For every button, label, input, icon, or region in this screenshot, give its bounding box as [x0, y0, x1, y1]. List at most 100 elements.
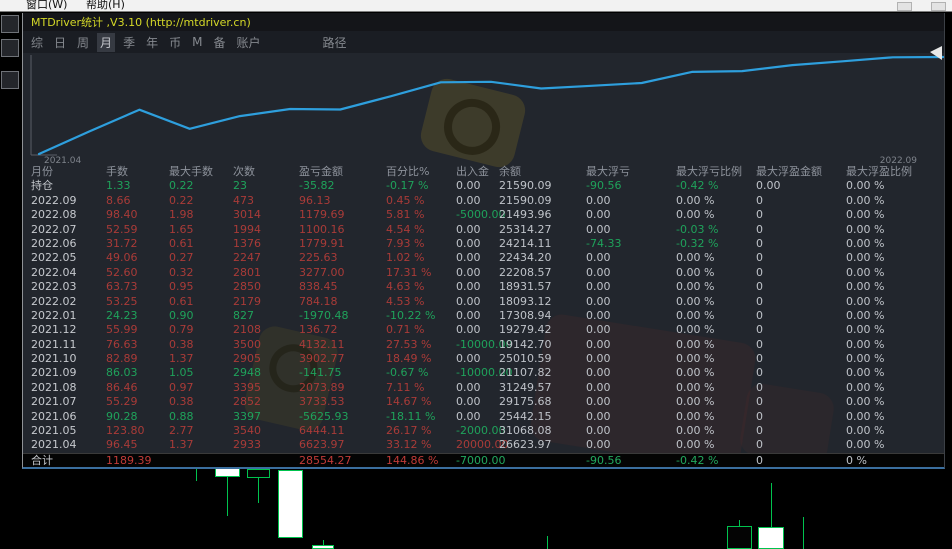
cell: 0.00 %	[846, 251, 885, 265]
tab-M[interactable]: M	[189, 34, 205, 50]
table-row[interactable]: 2021.08 86.46 0.97 3395 2073.89 7.11 % 0.00 312…	[23, 381, 944, 395]
table-row[interactable]: 2022.05 49.06 0.27 2247 225.63 1.02 % 0.00 2243…	[23, 251, 944, 265]
cell: 次数	[233, 165, 255, 178]
cell: 余额	[499, 165, 521, 178]
cell: 17.31 %	[386, 265, 432, 279]
tab-币[interactable]: 币	[166, 33, 184, 52]
close-button[interactable]	[931, 2, 946, 11]
mtdriver-stats-window: MTDriver统计 ,V3.10 (http://mtdriver.cn) 综…	[22, 13, 945, 469]
cell: 1779.91	[299, 236, 345, 250]
tab-周[interactable]: 周	[74, 33, 92, 52]
cell: 1179.69	[299, 208, 345, 222]
row-label: 2022.05	[31, 251, 77, 265]
cell: 53.25	[106, 294, 138, 308]
cell: 55.29	[106, 395, 138, 409]
table-row[interactable]: 2022.07 52.59 1.65 1994 1100.16 4.54 % 0.00 253…	[23, 223, 944, 237]
cell: -1970.48	[299, 308, 349, 322]
cell: 0.00	[456, 395, 481, 409]
cell: 0.00	[456, 380, 481, 394]
table-row[interactable]: 2021.12 55.99 0.79 2108 136.72 0.71 % 0.00 1927…	[23, 323, 944, 337]
table-row[interactable]: 2021.04 96.45 1.37 2933 6623.97 33.12 % 20000.…	[23, 438, 944, 452]
cell: 0	[756, 265, 763, 279]
tab-月[interactable]: 月	[97, 32, 116, 52]
row-label: 2021.07	[31, 395, 77, 409]
cell: 最大浮亏比例	[676, 165, 742, 178]
cell: 2179	[233, 294, 261, 308]
cell: -90.56	[586, 453, 622, 467]
cell: 76.63	[106, 337, 138, 351]
toolbar-icon[interactable]	[1, 71, 19, 89]
menu-item-window[interactable]: 窗口(W)	[26, 0, 67, 11]
cell: 0.00 %	[846, 380, 885, 394]
cell: 31068.08	[499, 424, 552, 438]
cell: 0.00	[586, 424, 611, 438]
table-row[interactable]: 持仓 1.33 0.22 23 -35.82 -0.17 % 0.00 21590.09 -90…	[23, 179, 944, 193]
tab-日[interactable]: 日	[51, 33, 69, 52]
cell: 手数	[106, 165, 128, 178]
table-row[interactable]: 2022.09 8.66 0.22 473 96.13 0.45 % 0.00 21590.0…	[23, 194, 944, 208]
candlestick-body	[278, 470, 303, 538]
table-row[interactable]: 2022.03 63.73 0.95 2850 838.45 4.63 % 0.00 1893…	[23, 280, 944, 294]
candlestick-body	[312, 545, 334, 549]
cell: 1.05	[169, 366, 194, 380]
cell: 82.89	[106, 352, 138, 366]
table-row[interactable]: 2021.09 86.03 1.05 2948 -141.75 -0.67 % -10000…	[23, 366, 944, 380]
table-row[interactable]: 2021.07 55.29 0.38 2852 3733.53 14.67 % 0.00 29…	[23, 395, 944, 409]
tab-账户[interactable]: 账户	[233, 33, 263, 52]
cell: 98.40	[106, 208, 138, 222]
table-row[interactable]: 2021.06 90.28 0.88 3397 -5625.93 -18.11 % 0.00…	[23, 410, 944, 424]
tab-年[interactable]: 年	[143, 33, 161, 52]
row-label: 2022.09	[31, 193, 77, 207]
cell: 0.00 %	[846, 337, 885, 351]
cell: 18.49 %	[386, 352, 432, 366]
period-tabbar: 综日周月季年币 M 备账户 路径	[23, 31, 944, 53]
tab-综[interactable]: 综	[28, 33, 46, 52]
cell: 1.33	[106, 179, 131, 193]
table-row[interactable]: 2021.11 76.63 0.38 3500 4132.11 27.53 % -10000…	[23, 338, 944, 352]
cell: 28554.27	[299, 453, 352, 467]
toolbar-icon[interactable]	[1, 15, 19, 33]
cell: 0.00 %	[846, 265, 885, 279]
cell: 0.61	[169, 294, 194, 308]
tab-备[interactable]: 备	[210, 33, 228, 52]
cell: 2108	[233, 323, 261, 337]
table-row[interactable]: 2022.02 53.25 0.61 2179 784.18 4.53 % 0.00 1809…	[23, 295, 944, 309]
cell: 24.23	[106, 308, 138, 322]
toolbar-icon[interactable]	[1, 39, 19, 57]
menu-item-help[interactable]: 帮助(H)	[86, 0, 125, 11]
cell: 0.00 %	[846, 193, 885, 207]
cell: 0	[756, 193, 763, 207]
cell: 4.53 %	[386, 294, 425, 308]
table-row[interactable]: 2021.10 82.89 1.37 2905 3902.77 18.49 % 0.00 25…	[23, 352, 944, 366]
row-label: 2021.11	[31, 337, 77, 351]
cell: 2905	[233, 352, 261, 366]
cell: 22208.57	[499, 265, 552, 279]
cell: 0.00	[586, 323, 611, 337]
table-row[interactable]: 2022.04 52.60 0.32 2801 3277.00 17.31 % 0.00 22…	[23, 266, 944, 280]
table-row[interactable]: 2022.01 24.23 0.90 827 -1970.48 -10.22 % 0.00 1…	[23, 309, 944, 323]
cell: 0.00 %	[846, 352, 885, 366]
table-row[interactable]: 2022.06 31.72 0.61 1376 1779.91 7.93 % 0.00 242…	[23, 237, 944, 251]
table-row[interactable]: 2022.08 98.40 1.98 3014 1179.69 5.81 % -5000.0…	[23, 208, 944, 222]
path-button[interactable]: 路径	[320, 33, 350, 52]
minimize-button[interactable]	[897, 2, 912, 11]
cell: -0.17 %	[386, 179, 429, 193]
cell: 25010.59	[499, 352, 552, 366]
cell: 0.00	[586, 395, 611, 409]
table-row[interactable]: 2021.05 123.80 2.77 3540 6444.11 26.17 % -2000…	[23, 424, 944, 438]
cell: 最大浮盈金额	[756, 165, 822, 178]
tab-季[interactable]: 季	[120, 33, 138, 52]
cell: 0.00	[586, 366, 611, 380]
cell: 22434.20	[499, 251, 552, 265]
cell: 90.28	[106, 409, 138, 423]
cell: -0.67 %	[386, 366, 429, 380]
cell: 0.00 %	[846, 424, 885, 438]
cell: 0.00	[586, 308, 611, 322]
cell: 0.00	[456, 280, 481, 294]
cell: 0.00 %	[676, 409, 715, 423]
cell: 0	[756, 380, 763, 394]
cell: 0.79	[169, 323, 194, 337]
cell: 26623.97	[499, 438, 552, 452]
cell: 21493.96	[499, 208, 552, 222]
cell: 27.53 %	[386, 337, 432, 351]
